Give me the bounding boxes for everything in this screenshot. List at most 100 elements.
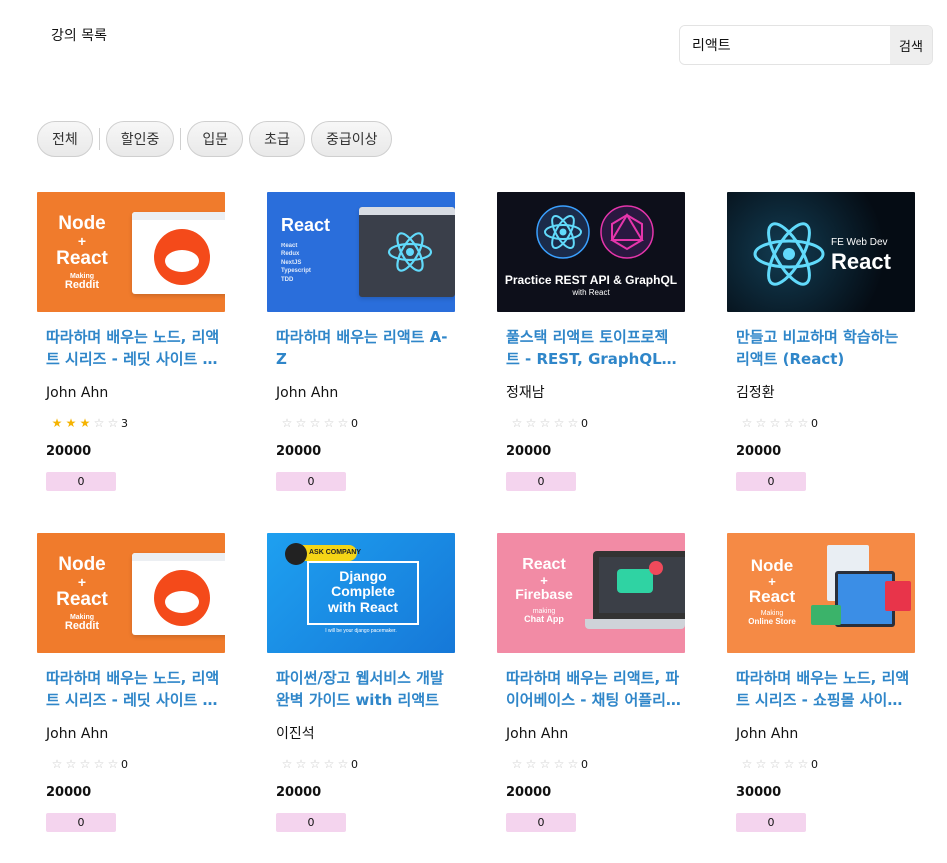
course-card[interactable]: React React Redux NextJS Typescript TDD … xyxy=(267,192,455,495)
course-title[interactable]: 만들고 비교하며 학습하는 리액트 (React) xyxy=(736,326,911,370)
reddit-logo-icon xyxy=(154,570,210,626)
instructor-name: 이진석 xyxy=(276,726,315,742)
thumb-line: Reddit xyxy=(64,278,100,291)
rating: ☆ ☆ ☆ ☆ ☆ 0 xyxy=(280,757,455,771)
star-empty-icon: ☆ xyxy=(107,757,119,771)
star-empty-icon: ☆ xyxy=(769,416,781,430)
rating-count: 0 xyxy=(581,416,588,430)
thumb-line: + xyxy=(77,573,87,590)
star-empty-icon: ☆ xyxy=(309,757,321,771)
course-price: 20000 xyxy=(276,444,322,459)
course-thumbnail[interactable]: Node + React Making Reddit xyxy=(37,533,225,653)
course-grid: Node + React Making Reddit 따라하며 배우는 노드, … xyxy=(37,192,915,836)
star-empty-icon: ☆ xyxy=(295,757,307,771)
star-filled-icon: ★ xyxy=(65,416,77,430)
rating-count: 0 xyxy=(811,757,818,771)
course-title[interactable]: 따라하며 배우는 노드, 리액트 시리즈 - 레딧 사이트 만들기 xyxy=(46,326,221,370)
star-empty-icon: ☆ xyxy=(295,416,307,430)
thumb-line: Online Store xyxy=(748,616,796,626)
react-logo-icon xyxy=(387,232,433,272)
star-empty-icon: ☆ xyxy=(309,416,321,430)
course-thumbnail[interactable]: FE Web Dev React xyxy=(727,192,915,312)
course-title[interactable]: 따라하며 배우는 리액트 A-Z xyxy=(276,326,451,370)
search-input[interactable] xyxy=(680,26,890,64)
thumb-line: Django xyxy=(339,568,387,584)
course-card[interactable]: ASK COMPANY Django Complete with React I… xyxy=(267,533,455,836)
discount-badge: 0 xyxy=(506,472,576,491)
thumb-line: Typescript xyxy=(281,268,311,275)
star-empty-icon: ☆ xyxy=(79,757,91,771)
instructor-name: John Ahn xyxy=(506,726,569,742)
filter-all[interactable]: 전체 xyxy=(37,121,93,157)
star-empty-icon: ☆ xyxy=(525,757,537,771)
thumb-line: + xyxy=(77,232,87,249)
course-thumbnail[interactable]: Node + React Making Online Store xyxy=(727,533,915,653)
star-empty-icon: ☆ xyxy=(755,416,767,430)
filter-intermediate-plus[interactable]: 중급이상 xyxy=(310,121,393,157)
react-logo-icon xyxy=(753,222,825,286)
course-card[interactable]: Node + React Making Reddit 따라하며 배우는 노드, … xyxy=(37,192,225,495)
discount-badge: 0 xyxy=(276,813,346,832)
course-card[interactable]: React + Firebase making Chat App 따라하며 배우… xyxy=(497,533,685,836)
instructor-name: John Ahn xyxy=(46,385,109,401)
course-card[interactable]: Practice REST API & GraphQL with React 풀… xyxy=(497,192,685,495)
course-price: 20000 xyxy=(506,785,552,800)
course-title[interactable]: 따라하며 배우는 노드, 리액트 시리즈 - 쇼핑몰 사이트 만들기 xyxy=(736,667,911,711)
course-thumbnail[interactable]: Node + React Making Reddit xyxy=(37,192,225,312)
discount-badge: 0 xyxy=(46,472,116,491)
star-filled-icon: ★ xyxy=(51,416,63,430)
filter-discount[interactable]: 할인중 xyxy=(105,121,175,157)
course-card[interactable]: Node + React Making Online Store 따라하며 배우… xyxy=(727,533,915,836)
thumb-line: React xyxy=(831,249,891,274)
course-title[interactable]: 따라하며 배우는 노드, 리액트 시리즈 - 레딧 사이트 만들기 xyxy=(46,667,221,711)
thumb-line: with React xyxy=(572,288,610,297)
filter-bar: 전체 할인중 입문 초급 중급이상 xyxy=(37,121,398,157)
thumb-line: Chat App xyxy=(524,614,564,625)
discount-badge: 0 xyxy=(46,813,116,832)
star-empty-icon: ☆ xyxy=(337,757,349,771)
instructor-name: 정재남 xyxy=(506,385,545,401)
course-title[interactable]: 따라하며 배우는 리액트, 파이어베이스 - 채팅 어플리케이션 만들기 xyxy=(506,667,681,711)
star-empty-icon: ☆ xyxy=(51,757,63,771)
course-thumbnail[interactable]: React + Firebase making Chat App xyxy=(497,533,685,653)
page-title: 강의 목록 xyxy=(51,28,107,44)
course-card[interactable]: Node + React Making Reddit 따라하며 배우는 노드, … xyxy=(37,533,225,836)
star-empty-icon: ☆ xyxy=(769,757,781,771)
star-empty-icon: ☆ xyxy=(553,416,565,430)
star-empty-icon: ☆ xyxy=(93,416,105,430)
filter-divider xyxy=(98,128,100,150)
discount-badge: 0 xyxy=(736,813,806,832)
thumb-line: + xyxy=(768,573,776,589)
course-title[interactable]: 파이썬/장고 웹서비스 개발 완벽 가이드 with 리액트 xyxy=(276,667,451,711)
course-thumbnail[interactable]: React React Redux NextJS Typescript TDD xyxy=(267,192,455,312)
search-button[interactable]: 검색 xyxy=(890,26,932,64)
course-thumbnail[interactable]: Practice REST API & GraphQL with React xyxy=(497,192,685,312)
course-price: 20000 xyxy=(506,444,552,459)
course-price: 30000 xyxy=(736,785,782,800)
instructor-name: 김정환 xyxy=(736,385,775,401)
star-filled-icon: ★ xyxy=(79,416,91,430)
star-empty-icon: ☆ xyxy=(741,757,753,771)
star-empty-icon: ☆ xyxy=(539,416,551,430)
rating: ☆ ☆ ☆ ☆ ☆ 0 xyxy=(510,757,685,771)
course-title[interactable]: 풀스택 리액트 토이프로젝트 - REST, GraphQL (for FE개발… xyxy=(506,326,681,370)
instructor-name: John Ahn xyxy=(46,726,109,742)
rating: ☆ ☆ ☆ ☆ ☆ 0 xyxy=(510,416,685,430)
course-card[interactable]: FE Web Dev React 만들고 비교하며 학습하는 리액트 (Reac… xyxy=(727,192,915,495)
thumb-line: + xyxy=(540,572,548,588)
star-empty-icon: ☆ xyxy=(323,416,335,430)
rating-count: 0 xyxy=(581,757,588,771)
chat-bubble-icon xyxy=(617,569,653,593)
course-price: 20000 xyxy=(46,785,92,800)
star-empty-icon: ☆ xyxy=(755,757,767,771)
course-thumbnail[interactable]: ASK COMPANY Django Complete with React I… xyxy=(267,533,455,653)
star-empty-icon: ☆ xyxy=(323,757,335,771)
filter-elementary[interactable]: 초급 xyxy=(249,121,305,157)
filter-beginner[interactable]: 입문 xyxy=(187,121,244,157)
thumb-line: Reddit xyxy=(64,619,100,632)
thumb-line: Node xyxy=(58,554,106,575)
thumb-line: React xyxy=(56,247,108,269)
star-empty-icon: ☆ xyxy=(65,757,77,771)
rating-count: 3 xyxy=(121,416,128,430)
star-empty-icon: ☆ xyxy=(525,416,537,430)
